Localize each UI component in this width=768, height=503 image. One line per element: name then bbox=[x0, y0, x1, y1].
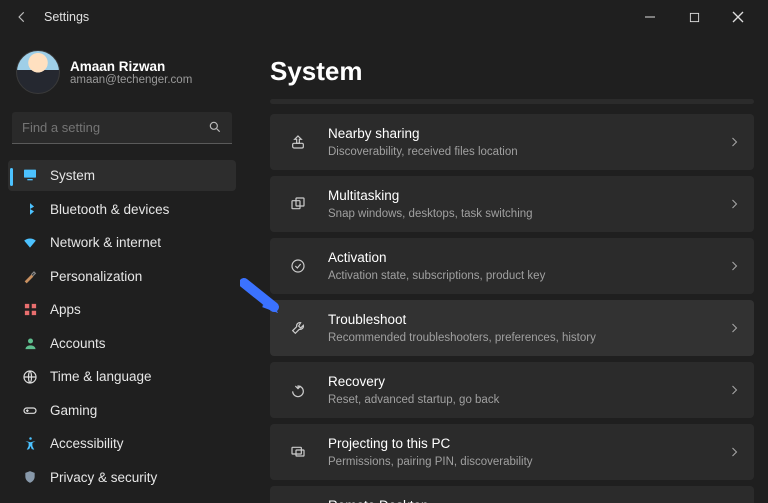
maximize-button[interactable] bbox=[672, 3, 716, 31]
setting-row-recovery[interactable]: Recovery Reset, advanced startup, go bac… bbox=[270, 362, 754, 418]
setting-title: Recovery bbox=[328, 373, 728, 391]
chevron-right-icon bbox=[728, 260, 740, 272]
back-button[interactable] bbox=[8, 3, 36, 31]
setting-title: Projecting to this PC bbox=[328, 435, 728, 453]
chevron-right-icon bbox=[728, 322, 740, 334]
sidebar-item-personalization[interactable]: Personalization bbox=[8, 260, 236, 292]
sidebar-item-label: System bbox=[50, 168, 95, 183]
multitask-icon bbox=[284, 196, 312, 212]
apps-icon bbox=[22, 302, 38, 318]
search-icon bbox=[208, 120, 222, 134]
setting-subtitle: Discoverability, received files location bbox=[328, 145, 728, 160]
brush-icon bbox=[22, 268, 38, 284]
sidebar-item-system[interactable]: System bbox=[8, 160, 236, 192]
search-box[interactable] bbox=[12, 112, 232, 144]
sidebar-item-time-language[interactable]: Time & language bbox=[8, 361, 236, 393]
main-panel: System Nearby sharing Discoverability, r… bbox=[244, 34, 768, 503]
profile-name: Amaan Rizwan bbox=[70, 59, 192, 74]
setting-subtitle: Recommended troubleshooters, preferences… bbox=[328, 331, 728, 346]
share-icon bbox=[284, 134, 312, 150]
minimize-button[interactable] bbox=[628, 3, 672, 31]
setting-row-nearby-sharing[interactable]: Nearby sharing Discoverability, received… bbox=[270, 114, 754, 170]
scroll-hint-bar bbox=[270, 99, 754, 104]
setting-row-multitasking[interactable]: Multitasking Snap windows, desktops, tas… bbox=[270, 176, 754, 232]
chevron-right-icon bbox=[728, 384, 740, 396]
sidebar-item-privacy-security[interactable]: Privacy & security bbox=[8, 462, 236, 494]
search-input[interactable] bbox=[22, 120, 208, 135]
sidebar-item-label: Apps bbox=[50, 302, 81, 317]
setting-title: Activation bbox=[328, 249, 728, 267]
check-icon bbox=[284, 258, 312, 274]
sidebar-item-network-internet[interactable]: Network & internet bbox=[8, 227, 236, 259]
sidebar-item-label: Network & internet bbox=[50, 235, 161, 250]
close-button[interactable] bbox=[716, 3, 760, 31]
sidebar-item-label: Gaming bbox=[50, 403, 97, 418]
setting-row-projecting-to-this-pc[interactable]: Projecting to this PC Permissions, pairi… bbox=[270, 424, 754, 480]
chevron-right-icon bbox=[728, 198, 740, 210]
recovery-icon bbox=[284, 382, 312, 398]
project-icon bbox=[284, 444, 312, 460]
sidebar-item-label: Personalization bbox=[50, 269, 142, 284]
setting-title: Troubleshoot bbox=[328, 311, 728, 329]
nav-list: System Bluetooth & devices Network & inter… bbox=[8, 160, 236, 493]
sidebar-item-accessibility[interactable]: Accessibility bbox=[8, 428, 236, 460]
sidebar-item-label: Privacy & security bbox=[50, 470, 157, 485]
chevron-right-icon bbox=[728, 446, 740, 458]
setting-title: Remote Desktop bbox=[328, 497, 728, 503]
sidebar-item-gaming[interactable]: Gaming bbox=[8, 394, 236, 426]
annotation-arrow bbox=[240, 277, 280, 317]
page-title: System bbox=[270, 56, 754, 87]
setting-title: Multitasking bbox=[328, 187, 728, 205]
sidebar-item-label: Bluetooth & devices bbox=[50, 202, 169, 217]
setting-subtitle: Permissions, pairing PIN, discoverabilit… bbox=[328, 455, 728, 470]
profile-email: amaan@techenger.com bbox=[70, 74, 192, 86]
sidebar-item-label: Accounts bbox=[50, 336, 106, 351]
setting-subtitle: Activation state, subscriptions, product… bbox=[328, 269, 728, 284]
monitor-icon bbox=[22, 167, 38, 183]
accessibility-icon bbox=[22, 436, 38, 452]
sidebar-item-apps[interactable]: Apps bbox=[8, 294, 236, 326]
sidebar-item-bluetooth-devices[interactable]: Bluetooth & devices bbox=[8, 193, 236, 225]
globe-icon bbox=[22, 369, 38, 385]
setting-row-remote-desktop[interactable]: Remote Desktop Remote Desktop users, con… bbox=[270, 486, 754, 503]
settings-list: Nearby sharing Discoverability, received… bbox=[270, 114, 754, 503]
setting-subtitle: Snap windows, desktops, task switching bbox=[328, 207, 728, 222]
shield-icon bbox=[22, 469, 38, 485]
sidebar-item-label: Time & language bbox=[50, 369, 152, 384]
avatar bbox=[16, 50, 60, 94]
person-icon bbox=[22, 335, 38, 351]
wrench-icon bbox=[284, 320, 312, 336]
sidebar-item-accounts[interactable]: Accounts bbox=[8, 327, 236, 359]
setting-subtitle: Reset, advanced startup, go back bbox=[328, 393, 728, 408]
chevron-right-icon bbox=[728, 136, 740, 148]
sidebar-item-label: Accessibility bbox=[50, 436, 124, 451]
profile-block[interactable]: Amaan Rizwan amaan@techenger.com bbox=[8, 40, 236, 112]
sidebar: Amaan Rizwan amaan@techenger.com System B… bbox=[0, 34, 244, 503]
wifi-icon bbox=[22, 235, 38, 251]
setting-row-troubleshoot[interactable]: Troubleshoot Recommended troubleshooters… bbox=[270, 300, 754, 356]
gamepad-icon bbox=[22, 402, 38, 418]
window-title: Settings bbox=[44, 10, 89, 24]
bluetooth-icon bbox=[22, 201, 38, 217]
setting-row-activation[interactable]: Activation Activation state, subscriptio… bbox=[270, 238, 754, 294]
setting-title: Nearby sharing bbox=[328, 125, 728, 143]
title-bar: Settings bbox=[0, 0, 768, 34]
